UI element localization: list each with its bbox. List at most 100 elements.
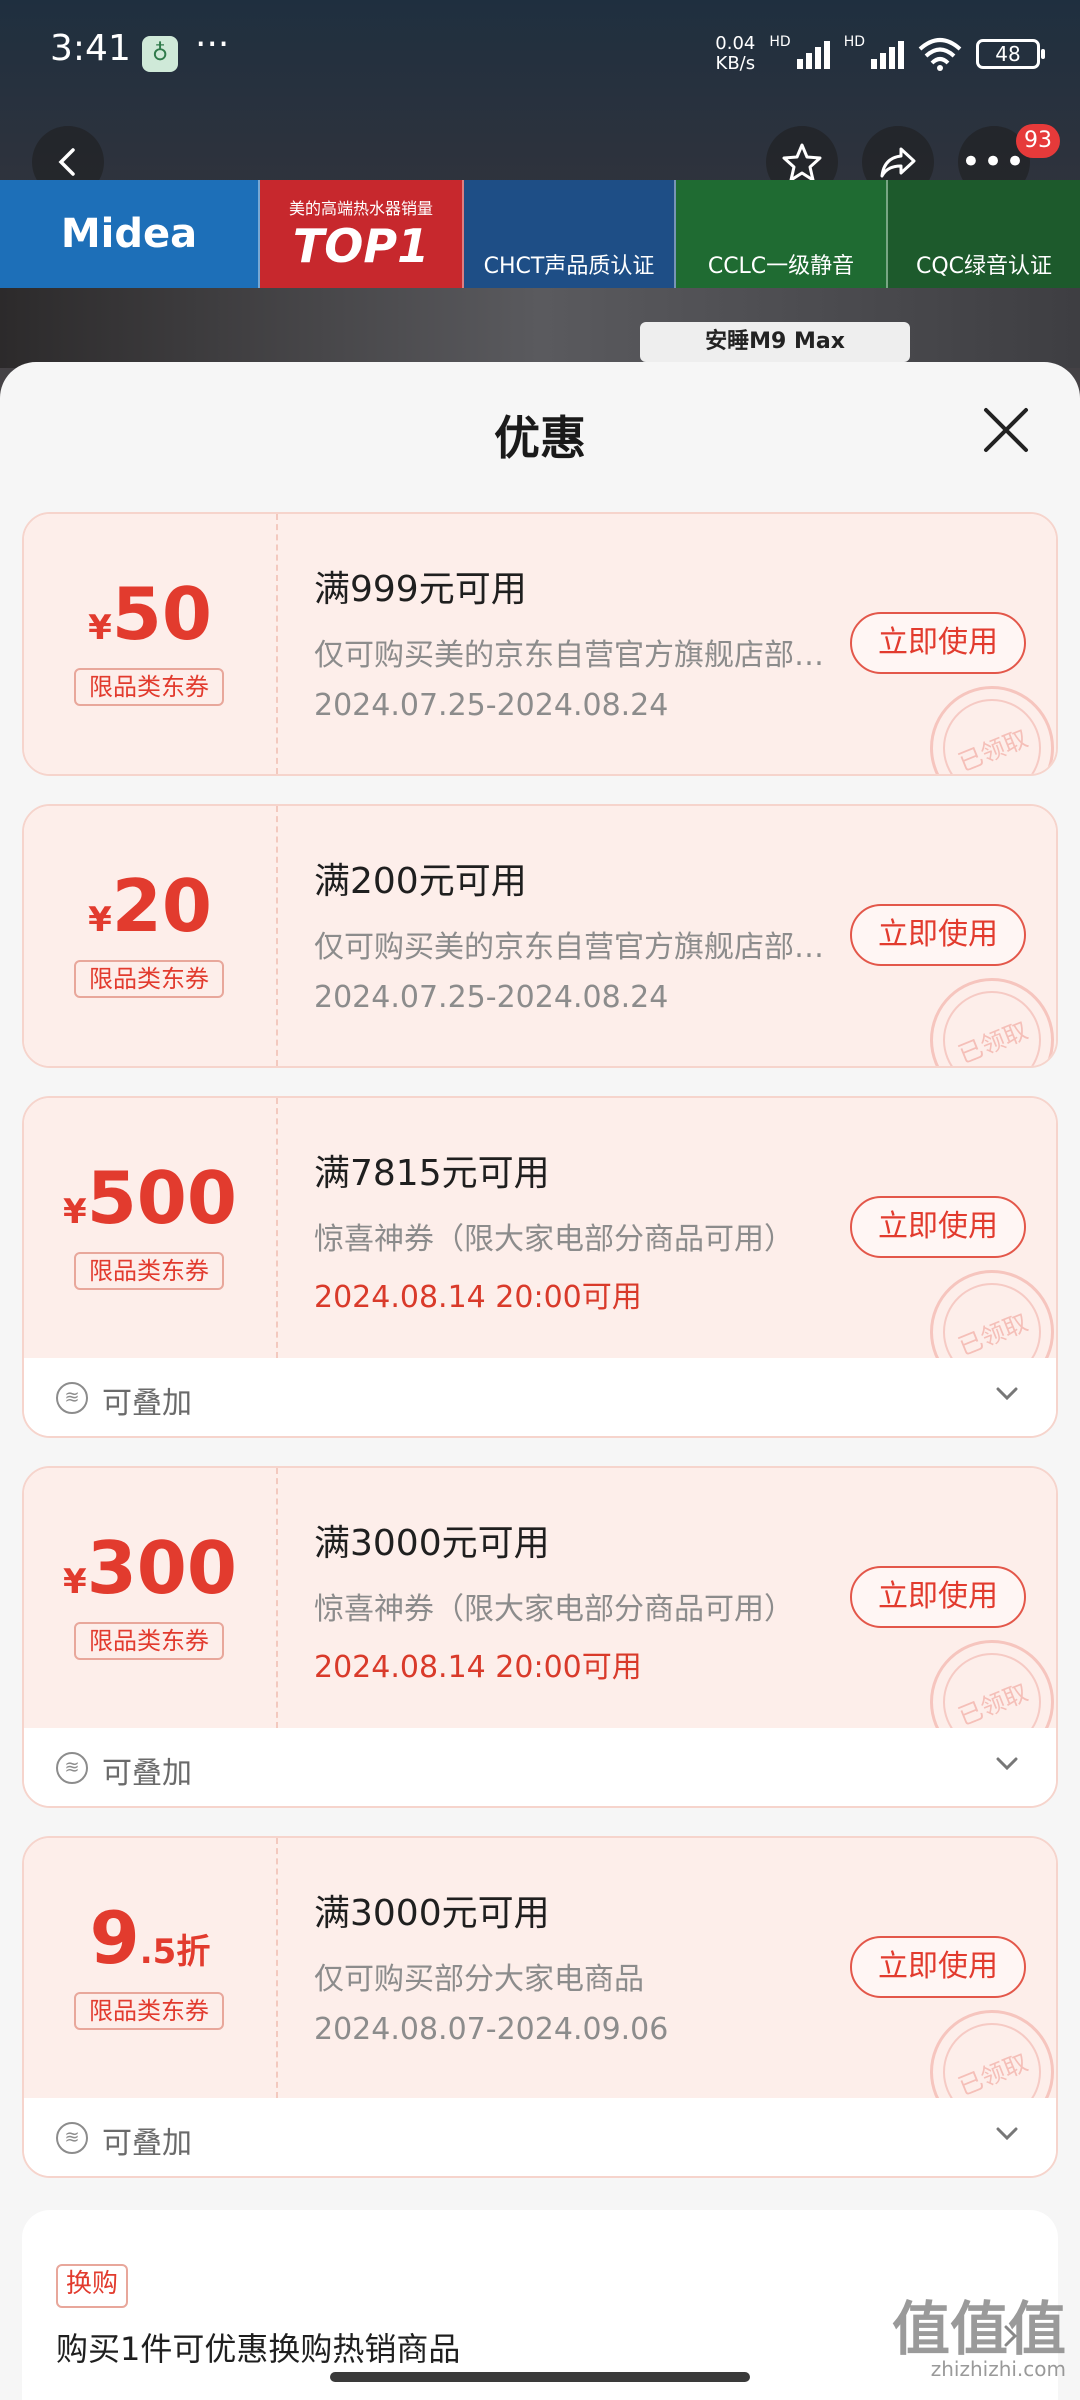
coupon-type-tag: 限品类东券 xyxy=(74,1992,224,2030)
coupon-value-area: ¥500 限品类东券 xyxy=(24,1098,278,1358)
coupon-card: ¥20 限品类东券 满200元可用 仅可购买美的京东自营官方旗舰店部分商品 20… xyxy=(22,804,1058,1068)
swap-description: 购买1件可优惠换购热销商品 xyxy=(56,2330,461,2368)
hd-label-1: HD xyxy=(769,34,791,50)
coupon-card: ¥500 限品类东券 满7815元可用 惊喜神券（限大家电部分商品可用） 202… xyxy=(22,1096,1058,1438)
use-now-button[interactable]: 立即使用 xyxy=(850,1566,1026,1628)
top1-badge: 美的高端热水器销量 TOP1 xyxy=(260,180,464,288)
stackable-row[interactable]: ≋ 可叠加 xyxy=(24,1358,1056,1436)
use-now-button[interactable]: 立即使用 xyxy=(850,1196,1026,1258)
coupon-start-time: 2024.08.14 20:00可用 xyxy=(314,1650,642,1685)
stackable-label: 可叠加 xyxy=(102,1386,192,1421)
coupon-body: ¥50 限品类东券 满999元可用 仅可购买美的京东自营官方旗舰店部分商品 20… xyxy=(24,514,1056,774)
chct-cert: CHCT声品质认证 xyxy=(464,180,676,288)
coupon-condition: 满999元可用 xyxy=(314,569,527,610)
coupon-amount: ¥50 xyxy=(88,572,212,656)
network-speed-value: 0.04 xyxy=(715,33,756,54)
coupon-description: 仅可购买部分大家电商品 xyxy=(314,1962,644,1997)
network-speed-unit: KB/s xyxy=(715,53,756,74)
coupon-info: 满7815元可用 惊喜神券（限大家电部分商品可用） 2024.08.14 20:… xyxy=(314,1144,834,1316)
coupon-info: 满3000元可用 仅可购买部分大家电商品 2024.08.07-2024.09.… xyxy=(314,1884,834,2047)
coupon-body: 9.5折 限品类东券 满3000元可用 仅可购买部分大家电商品 2024.08.… xyxy=(24,1838,1056,2153)
back-arrow-icon xyxy=(58,148,75,176)
coupon-body: ¥300 限品类东券 满3000元可用 惊喜神券（限大家电部分商品可用） 202… xyxy=(24,1468,1056,1783)
battery-icon: 48 xyxy=(976,39,1045,69)
chevron-down-icon xyxy=(996,1387,1018,1401)
coupon-description: 仅可购买美的京东自营官方旗舰店部分商品 xyxy=(314,930,834,965)
coupon-body: ¥20 限品类东券 满200元可用 仅可购买美的京东自营官方旗舰店部分商品 20… xyxy=(24,806,1056,1066)
coupon-description: 惊喜神券（限大家电部分商品可用） xyxy=(314,1222,794,1257)
coupon-card: 9.5折 限品类东券 满3000元可用 仅可购买部分大家电商品 2024.08.… xyxy=(22,1836,1058,2178)
coupon-condition: 满200元可用 xyxy=(314,861,527,902)
stackable-icon: ≋ xyxy=(56,1382,88,1414)
coupon-validity: 2024.07.25-2024.08.24 xyxy=(314,688,669,723)
top1-caption: 美的高端热水器销量 xyxy=(288,199,433,218)
top1-text: TOP1 xyxy=(292,219,430,273)
swap-tag: 换购 xyxy=(56,2264,129,2308)
watermark: 值值值 zhizhizhi.com xyxy=(892,2300,1066,2380)
coupon-amount: ¥500 xyxy=(63,1156,237,1240)
coupon-description: 仅可购买美的京东自营官方旗舰店部分商品 xyxy=(314,638,834,673)
product-image xyxy=(0,288,1080,368)
stackable-icon: ≋ xyxy=(56,1752,88,1784)
coupon-type-tag: 限品类东券 xyxy=(74,1622,224,1660)
coupon-sheet: 优惠 ¥50 限品类东券 满999元可用 仅可购买美的京东自营官方旗舰店部分商品… xyxy=(0,362,1080,2400)
home-indicator[interactable] xyxy=(330,2372,750,2382)
coupon-validity: 2024.07.25-2024.08.24 xyxy=(314,980,669,1015)
cclc-cert: CCLC一级静音 xyxy=(676,180,888,288)
stackable-label: 可叠加 xyxy=(102,1756,192,1791)
message-count-badge: 93 xyxy=(1016,124,1060,158)
status-indicators: 0.04 KB/s HD HD 48 xyxy=(715,34,1045,74)
coupon-start-time: 2024.08.14 20:00可用 xyxy=(314,1280,642,1315)
coupon-value-area: ¥300 限品类东券 xyxy=(24,1468,278,1728)
coupon-type-tag: 限品类东券 xyxy=(74,960,224,998)
coupon-value-area: ¥20 限品类东券 xyxy=(24,806,278,1066)
coupon-description: 惊喜神券（限大家电部分商品可用） xyxy=(314,1592,794,1627)
coupon-value-area: 9.5折 限品类东券 xyxy=(24,1838,278,2098)
coupon-amount: ¥300 xyxy=(63,1526,237,1610)
use-now-button[interactable]: 立即使用 xyxy=(850,612,1026,674)
share-icon xyxy=(880,147,916,178)
coupon-body: ¥500 限品类东券 满7815元可用 惊喜神券（限大家电部分商品可用） 202… xyxy=(24,1098,1056,1413)
app-notification-icon: ♁ xyxy=(142,36,178,72)
stackable-row[interactable]: ≋ 可叠加 xyxy=(24,1728,1056,1806)
watermark-logo: 值值值 xyxy=(891,2295,1066,2363)
chevron-down-icon xyxy=(996,2127,1018,2141)
coupon-info: 满999元可用 仅可购买美的京东自营官方旗舰店部分商品 2024.07.25-2… xyxy=(314,560,834,723)
use-now-button[interactable]: 立即使用 xyxy=(850,1936,1026,1998)
status-time: 3:41 xyxy=(50,28,131,69)
status-bar: 3:41 ♁ ··· 0.04 KB/s HD HD 48 xyxy=(0,0,1080,110)
stackable-icon: ≋ xyxy=(56,2122,88,2154)
coupon-type-tag: 限品类东券 xyxy=(74,1252,224,1290)
network-speed: 0.04 KB/s xyxy=(715,34,755,74)
more-notifications-icon: ··· xyxy=(195,24,230,65)
coupon-card: ¥50 限品类东券 满999元可用 仅可购买美的京东自营官方旗舰店部分商品 20… xyxy=(22,512,1058,776)
coupon-condition: 满3000元可用 xyxy=(314,1893,550,1934)
signal-icon-2 xyxy=(871,39,904,69)
cqc-cert: CQC绿音认证 xyxy=(888,180,1080,288)
coupon-type-tag: 限品类东券 xyxy=(74,668,224,706)
claimed-stamp: 已领取 xyxy=(911,959,1056,1066)
coupon-condition: 满7815元可用 xyxy=(314,1153,550,1194)
coupon-condition: 满3000元可用 xyxy=(314,1523,550,1564)
coupon-validity: 2024.08.07-2024.09.06 xyxy=(314,2012,669,2047)
product-model-label: 安睡M9 Max xyxy=(640,322,910,362)
coupon-amount: ¥20 xyxy=(88,864,212,948)
coupon-card: ¥300 限品类东券 满3000元可用 惊喜神券（限大家电部分商品可用） 202… xyxy=(22,1466,1058,1808)
chevron-down-icon xyxy=(996,1757,1018,1771)
signal-icon xyxy=(796,39,830,69)
coupon-value-area: ¥50 限品类东券 xyxy=(24,514,278,774)
product-banner: Midea 美的高端热水器销量 TOP1 CHCT声品质认证 CCLC一级静音 … xyxy=(0,180,1080,288)
coupon-info: 满3000元可用 惊喜神券（限大家电部分商品可用） 2024.08.14 20:… xyxy=(314,1514,834,1686)
wifi-icon xyxy=(918,38,962,71)
coupon-discount: 9.5折 xyxy=(89,1896,211,1980)
claimed-stamp: 已领取 xyxy=(911,667,1056,774)
stackable-label: 可叠加 xyxy=(102,2126,192,2161)
sheet-title: 优惠 xyxy=(494,411,586,465)
hd-label-2: HD xyxy=(843,34,865,50)
use-now-button[interactable]: 立即使用 xyxy=(850,904,1026,966)
midea-logo: Midea xyxy=(0,180,260,288)
stackable-row[interactable]: ≋ 可叠加 xyxy=(24,2098,1056,2176)
star-icon xyxy=(782,143,822,182)
close-icon[interactable] xyxy=(978,402,1034,458)
coupon-info: 满200元可用 仅可购买美的京东自营官方旗舰店部分商品 2024.07.25-2… xyxy=(314,852,834,1015)
